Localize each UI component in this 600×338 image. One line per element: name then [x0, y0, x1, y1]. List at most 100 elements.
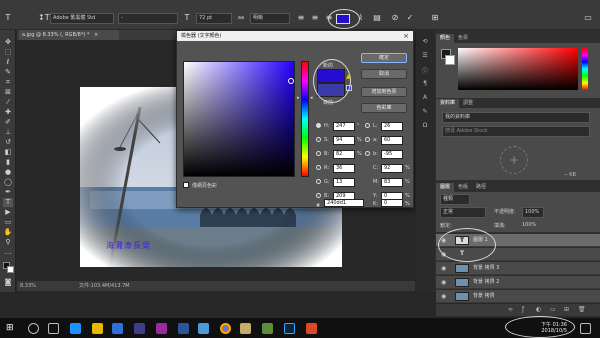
tab-adjustments[interactable]: 調整: [459, 99, 477, 108]
tab-paths[interactable]: 路徑: [472, 183, 490, 192]
start-icon[interactable]: ⊞: [6, 323, 17, 334]
crop-tool-icon[interactable]: ⌗: [3, 78, 13, 87]
brush-tool-icon[interactable]: ✐: [3, 118, 13, 127]
eyedropper-tool-icon[interactable]: ⁄: [3, 98, 13, 107]
quick-mask-icon[interactable]: ◙: [3, 278, 13, 287]
hex-input[interactable]: 240dd1: [324, 199, 364, 207]
document-tab[interactable]: a.jpg @ 8.33% (, RGB/8*) * ×: [19, 30, 119, 40]
field-h-input[interactable]: 247: [333, 122, 355, 131]
task-view-icon[interactable]: [48, 323, 59, 334]
color-panel-hue-bar[interactable]: [582, 48, 588, 90]
fill-value[interactable]: 100%: [522, 222, 536, 228]
cancel-button[interactable]: 取消: [361, 69, 407, 79]
library-search[interactable]: 搜尋 Adobe Stock: [442, 126, 590, 137]
field-k-input[interactable]: 0: [381, 199, 403, 207]
properties-panel-icon[interactable]: ☰: [420, 52, 430, 60]
path-select-tool-icon[interactable]: ▶: [3, 208, 13, 217]
gradient-tool-icon[interactable]: ▮: [3, 158, 13, 167]
font-style-select[interactable]: -: [118, 13, 178, 24]
edge-icon[interactable]: [70, 323, 81, 334]
radio-r[interactable]: [316, 165, 321, 170]
hue-slider-left-arrow-icon[interactable]: ▸: [297, 95, 300, 101]
radio-a[interactable]: [365, 137, 370, 142]
commit-icon[interactable]: ✓: [405, 13, 415, 23]
field-r-input[interactable]: 36: [333, 164, 355, 173]
radio-s[interactable]: [316, 137, 321, 142]
type-tool-icon[interactable]: T: [3, 198, 13, 207]
eye-icon[interactable]: ◉: [441, 290, 446, 303]
dialog-close-icon[interactable]: ×: [403, 31, 409, 41]
color-panel-bg-swatch[interactable]: [445, 55, 455, 65]
field-lab-b-input[interactable]: -95: [381, 150, 403, 159]
tab-layers[interactable]: 圖層: [436, 183, 455, 192]
only-web-colors-checkbox[interactable]: [183, 182, 189, 188]
eye-icon[interactable]: ◉: [441, 276, 446, 289]
pen-tool-icon[interactable]: ✒: [3, 188, 13, 197]
photoshop-icon[interactable]: [284, 323, 295, 334]
background-color[interactable]: [7, 266, 14, 273]
ok-button[interactable]: 確定: [361, 53, 407, 63]
dodge-tool-icon[interactable]: ◯: [3, 178, 13, 187]
trash-icon[interactable]: 🗑: [578, 304, 586, 316]
healing-tool-icon[interactable]: ✚: [3, 108, 13, 117]
layer-row[interactable]: ◉ 背景 拷貝 2: [436, 276, 600, 289]
cortana-icon[interactable]: [28, 323, 39, 334]
tab-libraries[interactable]: 資料庫: [436, 99, 460, 108]
frame-tool-icon[interactable]: ⊠: [3, 88, 13, 97]
cancel-icon[interactable]: ⊘: [390, 13, 400, 23]
color-panel-field[interactable]: [458, 48, 578, 90]
field-g-input[interactable]: 13: [333, 178, 355, 187]
layer-row[interactable]: ◉ 背景 拷貝 3: [436, 262, 600, 275]
zoom-tool-icon[interactable]: ⚲: [3, 238, 13, 247]
hue-slider[interactable]: [301, 61, 309, 177]
opacity-input[interactable]: 100%: [522, 207, 544, 218]
glyphs-panel-icon[interactable]: Ω: [420, 122, 430, 130]
hand-tool-icon[interactable]: ✋: [3, 228, 13, 237]
link-layers-icon[interactable]: ∞: [508, 304, 513, 316]
zoom-level[interactable]: 8.33%: [20, 281, 36, 291]
onedrive-icon[interactable]: [112, 323, 123, 334]
status-arrow-icon[interactable]: ›: [125, 281, 127, 291]
notification-icon[interactable]: [580, 323, 591, 334]
onenote-icon[interactable]: [156, 323, 167, 334]
character-panel-icon[interactable]: ▤: [372, 13, 382, 23]
app-icon[interactable]: [134, 323, 145, 334]
history-brush-tool-icon[interactable]: ↺: [3, 138, 13, 147]
chrome-icon[interactable]: [220, 323, 231, 334]
paragraph-panel-icon[interactable]: ¶: [420, 80, 430, 88]
radio-l[interactable]: [365, 123, 370, 128]
app-icon[interactable]: [262, 323, 273, 334]
lasso-tool-icon[interactable]: ℓ: [3, 58, 13, 67]
type-tool-icon[interactable]: T: [3, 13, 13, 23]
library-select[interactable]: 我的資料庫: [442, 112, 590, 123]
tab-color[interactable]: 顏色: [436, 34, 455, 43]
font-size-select[interactable]: 72 pt: [196, 13, 232, 24]
move-tool-icon[interactable]: ✥: [3, 38, 13, 47]
brush-settings-icon[interactable]: ✎: [420, 108, 430, 116]
workspace-icon[interactable]: ▭: [583, 13, 593, 23]
marquee-tool-icon[interactable]: ⬚: [3, 48, 13, 57]
align-left-icon[interactable]: ≡: [296, 13, 306, 23]
folder-icon[interactable]: [240, 323, 251, 334]
history-panel-icon[interactable]: ⟲: [420, 38, 430, 46]
add-to-swatches-button[interactable]: 增加到色票: [361, 87, 407, 97]
info-panel-icon[interactable]: ⓘ: [420, 66, 430, 75]
blur-tool-icon[interactable]: ●: [3, 168, 13, 177]
layer-name[interactable]: 背景 拷貝 3: [473, 262, 499, 275]
shape-tool-icon[interactable]: ▭: [3, 218, 13, 227]
color-field[interactable]: [183, 61, 295, 177]
orientation-icon[interactable]: ↕T: [38, 13, 50, 23]
radio-h[interactable]: [316, 123, 321, 128]
mask-icon[interactable]: ◐: [536, 304, 541, 316]
hue-slider-right-arrow-icon[interactable]: ◂: [310, 95, 313, 101]
antialias-select[interactable]: 明晰: [250, 13, 290, 24]
quick-select-tool-icon[interactable]: ✎: [3, 68, 13, 77]
app-icon[interactable]: [198, 323, 209, 334]
layer-name[interactable]: 背景 拷貝: [473, 290, 495, 303]
field-s-input[interactable]: 94: [333, 136, 355, 145]
explorer-icon[interactable]: [92, 323, 103, 334]
3d-icon[interactable]: ⊞: [430, 13, 440, 23]
layer-row[interactable]: ◉ 背景 拷貝: [436, 290, 600, 303]
more-tools-icon[interactable]: …: [3, 248, 13, 257]
app-icon[interactable]: [306, 323, 317, 334]
